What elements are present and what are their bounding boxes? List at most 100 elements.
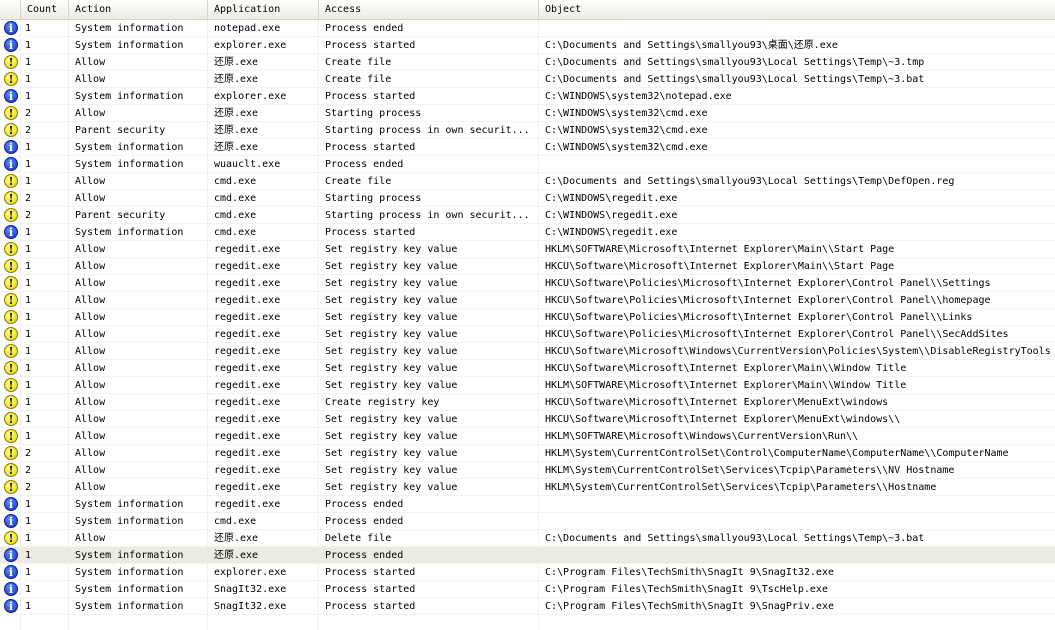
table-row[interactable]: ! 2 Allow regedit.exe Set registry key value… (0, 479, 1055, 496)
access-cell: Starting process (325, 193, 422, 204)
action-cell: System information (75, 601, 184, 612)
table-row[interactable]: ! 2 Allow regedit.exe Set registry key value… (0, 462, 1055, 479)
table-row[interactable]: i 1 System information explorer.exe Process … (0, 564, 1055, 581)
warning-icon: ! (4, 72, 18, 86)
table-row[interactable]: i 1 System information cmd.exe Process ended (0, 513, 1055, 530)
column-header-bar: Count Action Application Access Object (0, 0, 1055, 20)
count-cell: 1 (25, 414, 32, 425)
object-cell: C:\Documents and Settings\smallyou93\桌面\… (545, 40, 838, 51)
table-row[interactable]: i 1 System information wuauclt.exe Process e… (0, 156, 1055, 173)
table-row[interactable]: ! 2 Parent security cmd.exe Starting process… (0, 207, 1055, 224)
warning-icon: ! (4, 429, 18, 443)
action-cell: Allow (75, 261, 106, 272)
object-cell: C:\Program Files\TechSmith\SnagIt 9\Snag… (545, 601, 834, 612)
count-cell: 2 (25, 125, 32, 136)
object-cell (539, 547, 1055, 564)
warning-icon: ! (4, 344, 18, 358)
info-icon: i (4, 497, 18, 511)
warning-icon: ! (4, 531, 18, 545)
warning-icon: ! (4, 174, 18, 188)
table-row[interactable]: i 1 System information SnagIt32.exe Process … (0, 598, 1055, 615)
count-cell: 1 (25, 431, 32, 442)
object-cell: C:\WINDOWS\system32\cmd.exe (545, 142, 708, 153)
table-row[interactable]: ! 1 Allow regedit.exe Create registry key HKC… (0, 394, 1055, 411)
object-cell: HKCU\Software\Microsoft\Windows\CurrentV… (545, 346, 1051, 357)
table-row[interactable]: i 1 System information regedit.exe Process e… (0, 496, 1055, 513)
object-cell: C:\Program Files\TechSmith\SnagIt 9\TscH… (545, 584, 828, 595)
table-row[interactable]: ! 2 Allow cmd.exe Starting process C:\WINDOWS… (0, 190, 1055, 207)
count-cell: 1 (25, 533, 32, 544)
application-cell: 还原.exe (214, 108, 259, 119)
application-cell: regedit.exe (214, 312, 281, 323)
action-cell: System information (75, 584, 184, 595)
action-cell: System information (75, 550, 184, 561)
count-cell: 2 (25, 210, 32, 221)
object-cell: HKLM\System\CurrentControlSet\Services\T… (545, 482, 937, 493)
action-cell: System information (75, 499, 184, 510)
table-row[interactable]: ! 2 Allow regedit.exe Set registry key value… (0, 445, 1055, 462)
column-header-icon[interactable] (0, 0, 21, 19)
table-row[interactable]: ! 1 Allow regedit.exe Set registry key value… (0, 326, 1055, 343)
table-row[interactable]: i 1 System information 还原.exe Process ended (0, 547, 1055, 564)
table-row[interactable]: ! 1 Allow regedit.exe Set registry key value… (0, 360, 1055, 377)
object-cell: HKLM\SOFTWARE\Microsoft\Internet Explore… (545, 380, 907, 391)
table-row[interactable]: ! 1 Allow regedit.exe Set registry key value… (0, 241, 1055, 258)
object-cell: C:\Documents and Settings\smallyou93\Loc… (545, 176, 955, 187)
table-row[interactable]: ! 2 Parent security 还原.exe Starting process … (0, 122, 1055, 139)
column-header-application[interactable]: Application (208, 0, 319, 19)
object-cell: HKCU\Software\Policies\Microsoft\Interne… (545, 278, 991, 289)
table-row[interactable]: ! 1 Allow regedit.exe Set registry key value… (0, 428, 1055, 445)
info-icon: i (4, 89, 18, 103)
table-row[interactable]: i 1 System information explorer.exe Process … (0, 88, 1055, 105)
info-icon: i (4, 225, 18, 239)
table-row[interactable]: ! 1 Allow regedit.exe Set registry key value… (0, 258, 1055, 275)
table-row[interactable]: ! 1 Allow regedit.exe Set registry key value… (0, 309, 1055, 326)
warning-icon: ! (4, 310, 18, 324)
access-cell: Starting process in own securit... (325, 125, 530, 136)
object-cell: HKLM\SOFTWARE\Microsoft\Windows\CurrentV… (545, 431, 859, 442)
table-row[interactable]: i 1 System information SnagIt32.exe Process … (0, 581, 1055, 598)
table-row[interactable]: ! 1 Allow regedit.exe Set registry key value… (0, 275, 1055, 292)
application-cell: 还原.exe (214, 142, 259, 153)
action-cell: Allow (75, 329, 106, 340)
warning-icon: ! (4, 191, 18, 205)
count-cell: 1 (25, 346, 32, 357)
access-cell: Starting process (325, 108, 422, 119)
table-row[interactable]: ! 1 Allow regedit.exe Set registry key value… (0, 343, 1055, 360)
table-row[interactable]: ! 1 Allow 还原.exe Create file C:\Documents and… (0, 54, 1055, 71)
access-cell: Set registry key value (325, 380, 458, 391)
access-cell: Process ended (325, 550, 404, 561)
access-cell: Process started (325, 601, 416, 612)
application-cell: wuauclt.exe (214, 159, 281, 170)
table-row[interactable]: ! 1 Allow 还原.exe Delete file C:\Documents and… (0, 530, 1055, 547)
count-cell: 1 (25, 397, 32, 408)
action-cell: Allow (75, 193, 106, 204)
table-row[interactable]: i 1 System information cmd.exe Process start… (0, 224, 1055, 241)
table-row[interactable]: ! 1 Allow regedit.exe Set registry key value… (0, 377, 1055, 394)
count-cell: 1 (25, 516, 32, 527)
table-row[interactable]: ! 2 Allow 还原.exe Starting process C:\WINDOWS\… (0, 105, 1055, 122)
table-row[interactable]: i 1 System information notepad.exe Process e… (0, 20, 1055, 37)
table-row[interactable]: i 1 System information explorer.exe Process … (0, 37, 1055, 54)
column-header-access[interactable]: Access (319, 0, 539, 19)
action-cell: Allow (75, 533, 106, 544)
count-cell: 1 (25, 329, 32, 340)
table-row[interactable]: ! 1 Allow regedit.exe Set registry key value… (0, 411, 1055, 428)
action-cell: System information (75, 159, 184, 170)
warning-icon: ! (4, 55, 18, 69)
count-cell: 1 (25, 74, 32, 85)
table-row[interactable]: ! 1 Allow 还原.exe Create file C:\Documents and… (0, 71, 1055, 88)
access-cell: Process started (325, 40, 416, 51)
application-cell: explorer.exe (214, 40, 287, 51)
table-row[interactable]: i 1 System information 还原.exe Process starte… (0, 139, 1055, 156)
column-header-action[interactable]: Action (69, 0, 208, 19)
column-header-object[interactable]: Object (539, 0, 1055, 19)
count-cell: 1 (25, 142, 32, 153)
table-row[interactable]: ! 1 Allow cmd.exe Create file C:\Documents an… (0, 173, 1055, 190)
column-header-count[interactable]: Count (21, 0, 69, 19)
object-cell: HKCU\Software\Microsoft\Internet Explore… (545, 397, 889, 408)
table-row[interactable]: ! 1 Allow regedit.exe Set registry key value… (0, 292, 1055, 309)
warning-icon: ! (4, 242, 18, 256)
warning-icon: ! (4, 208, 18, 222)
info-icon: i (4, 38, 18, 52)
